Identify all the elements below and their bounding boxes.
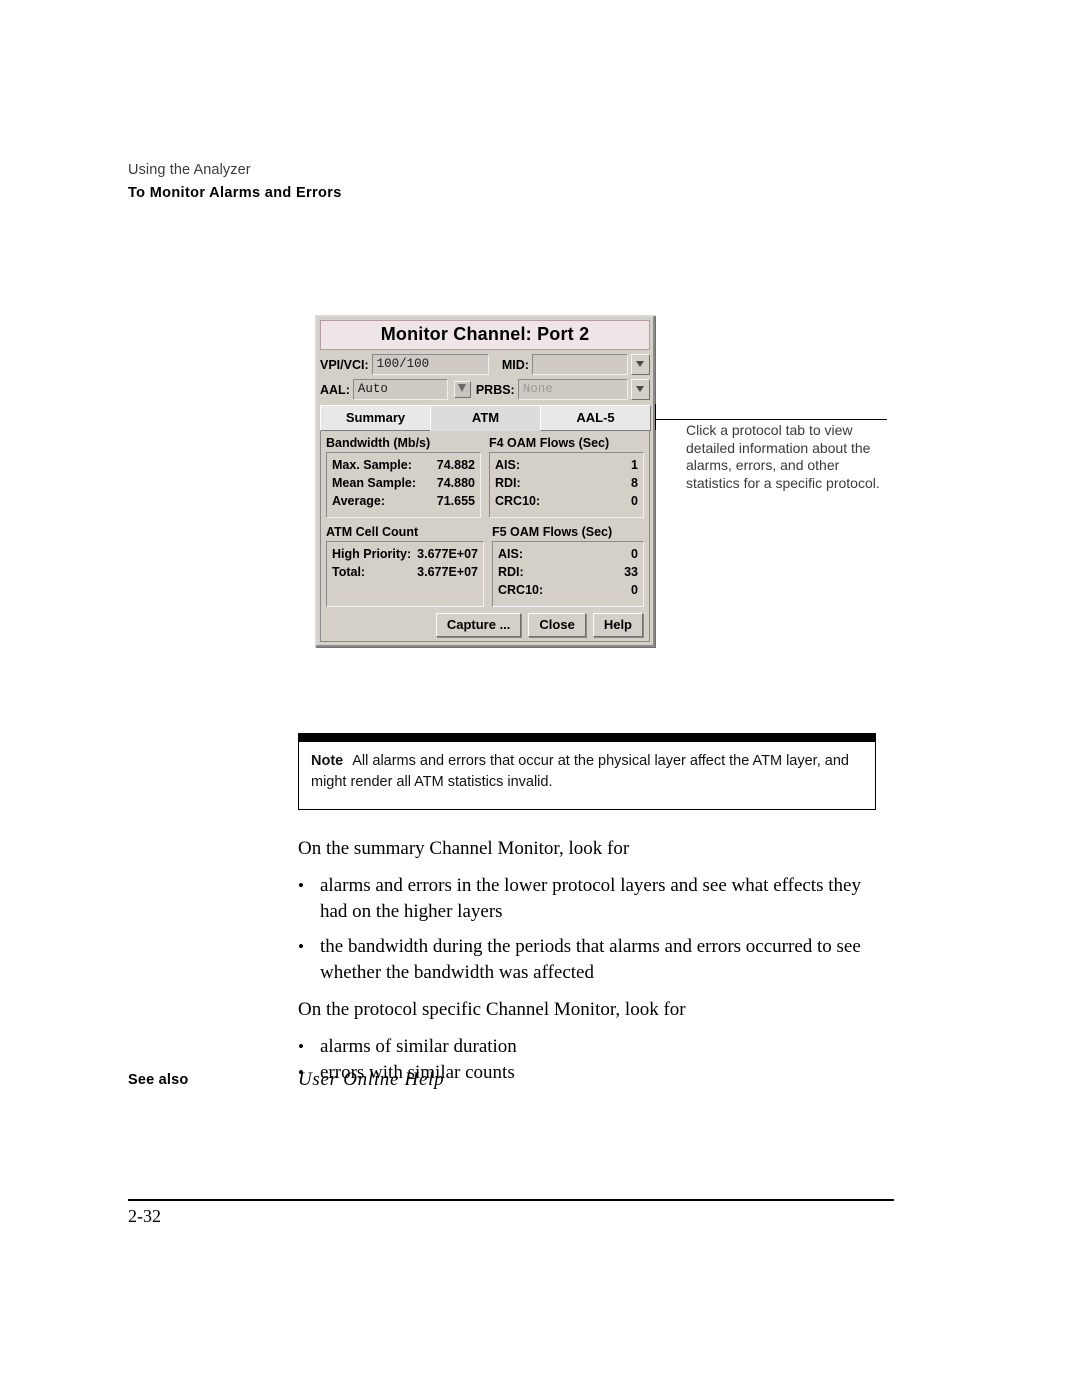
- page-number: 2-32: [128, 1206, 161, 1226]
- running-head-chapter: Using the Analyzer: [128, 162, 251, 178]
- capture-button[interactable]: Capture ...: [435, 613, 522, 637]
- list-item: • alarms of similar duration: [298, 1034, 876, 1060]
- stat-key: CRC10:: [495, 494, 541, 508]
- note-box: Note All alarms and errors that occur at …: [298, 733, 876, 810]
- dialog-titlebar: Monitor Channel: Port 2: [320, 320, 650, 350]
- bullet-dot-icon: •: [298, 937, 304, 956]
- stat-key: AIS:: [498, 547, 523, 561]
- bullet-dot-icon: •: [298, 876, 304, 895]
- prbs-label: PRBS:: [475, 382, 515, 397]
- list-item-text: the bandwidth during the periods that al…: [320, 936, 861, 983]
- stat-row: AIS: 0: [498, 545, 638, 563]
- tab-summary[interactable]: Summary: [320, 405, 431, 431]
- mid-dropdown-arrow-icon[interactable]: [631, 354, 651, 375]
- stat-value: 0: [631, 494, 638, 508]
- stat-key: High Priority:: [332, 547, 412, 561]
- stat-row: Average: 71.655: [332, 492, 475, 510]
- tab-aal5[interactable]: AAL-5: [540, 405, 651, 431]
- vpivci-input[interactable]: 100/100: [371, 354, 490, 375]
- stat-key: CRC10:: [498, 583, 544, 597]
- stat-key: AIS:: [495, 458, 520, 472]
- stat-key: Mean Sample:: [332, 476, 417, 490]
- stat-key: Max. Sample:: [332, 458, 412, 472]
- panel-bandwidth-box: Max. Sample: 74.882 Mean Sample: 74.880 …: [326, 452, 481, 518]
- list-item-text: alarms of similar duration: [320, 1036, 517, 1057]
- protocol-tabs: Summary ATM AAL-5: [320, 405, 651, 431]
- summary-bullet-list: • alarms and errors in the lower protoco…: [298, 873, 876, 986]
- panel-f5-oam-title: F5 OAM Flows (Sec): [492, 525, 613, 539]
- stat-value: 71.655: [436, 494, 475, 508]
- figure-monitor-channel-dialog: Monitor Channel: Port 2 VPI/VCI: 100/100…: [315, 315, 655, 647]
- dialog-button-row: Capture ... Close Help: [326, 613, 644, 637]
- mid-input[interactable]: [531, 354, 629, 375]
- stat-key: Total:: [332, 565, 366, 579]
- aal-label: AAL:: [320, 382, 350, 397]
- see-also-label: See also: [128, 1072, 189, 1088]
- vpivci-label: VPI/VCI:: [320, 357, 369, 372]
- form-row-aal: AAL: Auto PRBS: None: [320, 379, 650, 400]
- panel-f5-oam-box: AIS: 0 RDI: 33 CRC10: 0: [492, 541, 644, 607]
- stat-value: 74.880: [436, 476, 475, 490]
- stat-row: AIS: 1: [495, 456, 638, 474]
- panel-atm-cell-count-title: ATM Cell Count: [326, 525, 419, 539]
- note-label: Note: [311, 753, 344, 769]
- stat-row: CRC10: 0: [495, 492, 638, 510]
- see-also-value: User Online Help: [298, 1069, 445, 1090]
- aal-input[interactable]: Auto: [352, 379, 449, 400]
- stat-value: 74.882: [436, 458, 475, 472]
- mid-label: MID:: [501, 357, 529, 372]
- stat-row: CRC10: 0: [498, 581, 638, 599]
- bullet-dot-icon: •: [298, 1037, 304, 1056]
- stat-row: Total: 3.677E+07: [332, 563, 478, 581]
- stat-value: 3.677E+07: [417, 565, 478, 579]
- stat-value: 8: [631, 476, 638, 490]
- stat-key: RDI:: [498, 565, 524, 579]
- footer-rule: [128, 1199, 894, 1201]
- panel-bandwidth: Bandwidth (Mb/s) Max. Sample: 74.882 Mea…: [326, 436, 481, 518]
- list-item: • the bandwidth during the periods that …: [298, 934, 876, 986]
- running-head: Using the Analyzer To Monitor Alarms and…: [128, 160, 342, 204]
- prbs-checkbox[interactable]: [453, 381, 471, 398]
- stat-row: RDI: 33: [498, 563, 638, 581]
- stat-row: Mean Sample: 74.880: [332, 474, 475, 492]
- list-item-text: alarms and errors in the lower protocol …: [320, 875, 861, 922]
- stat-value: 3.677E+07: [417, 547, 478, 561]
- panel-bandwidth-title: Bandwidth (Mb/s): [326, 436, 431, 450]
- stat-key: RDI:: [495, 476, 521, 490]
- panel-f4-oam-flows: F4 OAM Flows (Sec) AIS: 1 RDI: 8 CRC10:: [489, 436, 644, 518]
- stat-key: Average:: [332, 494, 386, 508]
- tab-panel-atm: Bandwidth (Mb/s) Max. Sample: 74.882 Mea…: [320, 431, 650, 642]
- stat-value: 0: [631, 547, 638, 561]
- list-item: • alarms and errors in the lower protoco…: [298, 873, 876, 925]
- help-button[interactable]: Help: [592, 613, 643, 637]
- callout-leader-tick: [655, 404, 656, 430]
- panel-atm-cell-count-box: High Priority: 3.677E+07 Total: 3.677E+0…: [326, 541, 484, 607]
- stat-value: 33: [624, 565, 638, 579]
- stat-row: RDI: 8: [495, 474, 638, 492]
- prbs-input[interactable]: None: [517, 379, 628, 400]
- panel-atm-cell-count: ATM Cell Count High Priority: 3.677E+07 …: [326, 525, 484, 607]
- callout-leader-line: [655, 419, 887, 420]
- dialog-window: Monitor Channel: Port 2 VPI/VCI: 100/100…: [315, 315, 655, 647]
- stat-value: 0: [631, 583, 638, 597]
- tab-atm[interactable]: ATM: [430, 405, 541, 431]
- prbs-dropdown-arrow-icon[interactable]: [631, 379, 650, 400]
- stat-row: Max. Sample: 74.882: [332, 456, 475, 474]
- callout-text: Click a protocol tab to view detailed in…: [686, 422, 880, 491]
- panel-f4-oam-box: AIS: 1 RDI: 8 CRC10: 0: [489, 452, 644, 518]
- running-head-section: To Monitor Alarms and Errors: [128, 185, 342, 201]
- intro-summary-paragraph: On the summary Channel Monitor, look for: [298, 838, 630, 859]
- intro-protocol-paragraph: On the protocol specific Channel Monitor…: [298, 999, 686, 1020]
- stat-row: High Priority: 3.677E+07: [332, 545, 478, 563]
- close-button[interactable]: Close: [528, 613, 586, 637]
- panel-f5-oam-flows: F5 OAM Flows (Sec) AIS: 0 RDI: 33 CRC10:: [492, 525, 644, 607]
- note-text: All alarms and errors that occur at the …: [311, 753, 849, 790]
- stat-value: 1: [631, 458, 638, 472]
- panel-f4-oam-title: F4 OAM Flows (Sec): [489, 436, 610, 450]
- panel-row-top: Bandwidth (Mb/s) Max. Sample: 74.882 Mea…: [326, 436, 644, 518]
- form-row-vpivci: VPI/VCI: 100/100 MID:: [320, 354, 651, 375]
- panel-row-bottom: ATM Cell Count High Priority: 3.677E+07 …: [326, 525, 644, 607]
- body-content: On the summary Channel Monitor, look for…: [298, 836, 876, 1097]
